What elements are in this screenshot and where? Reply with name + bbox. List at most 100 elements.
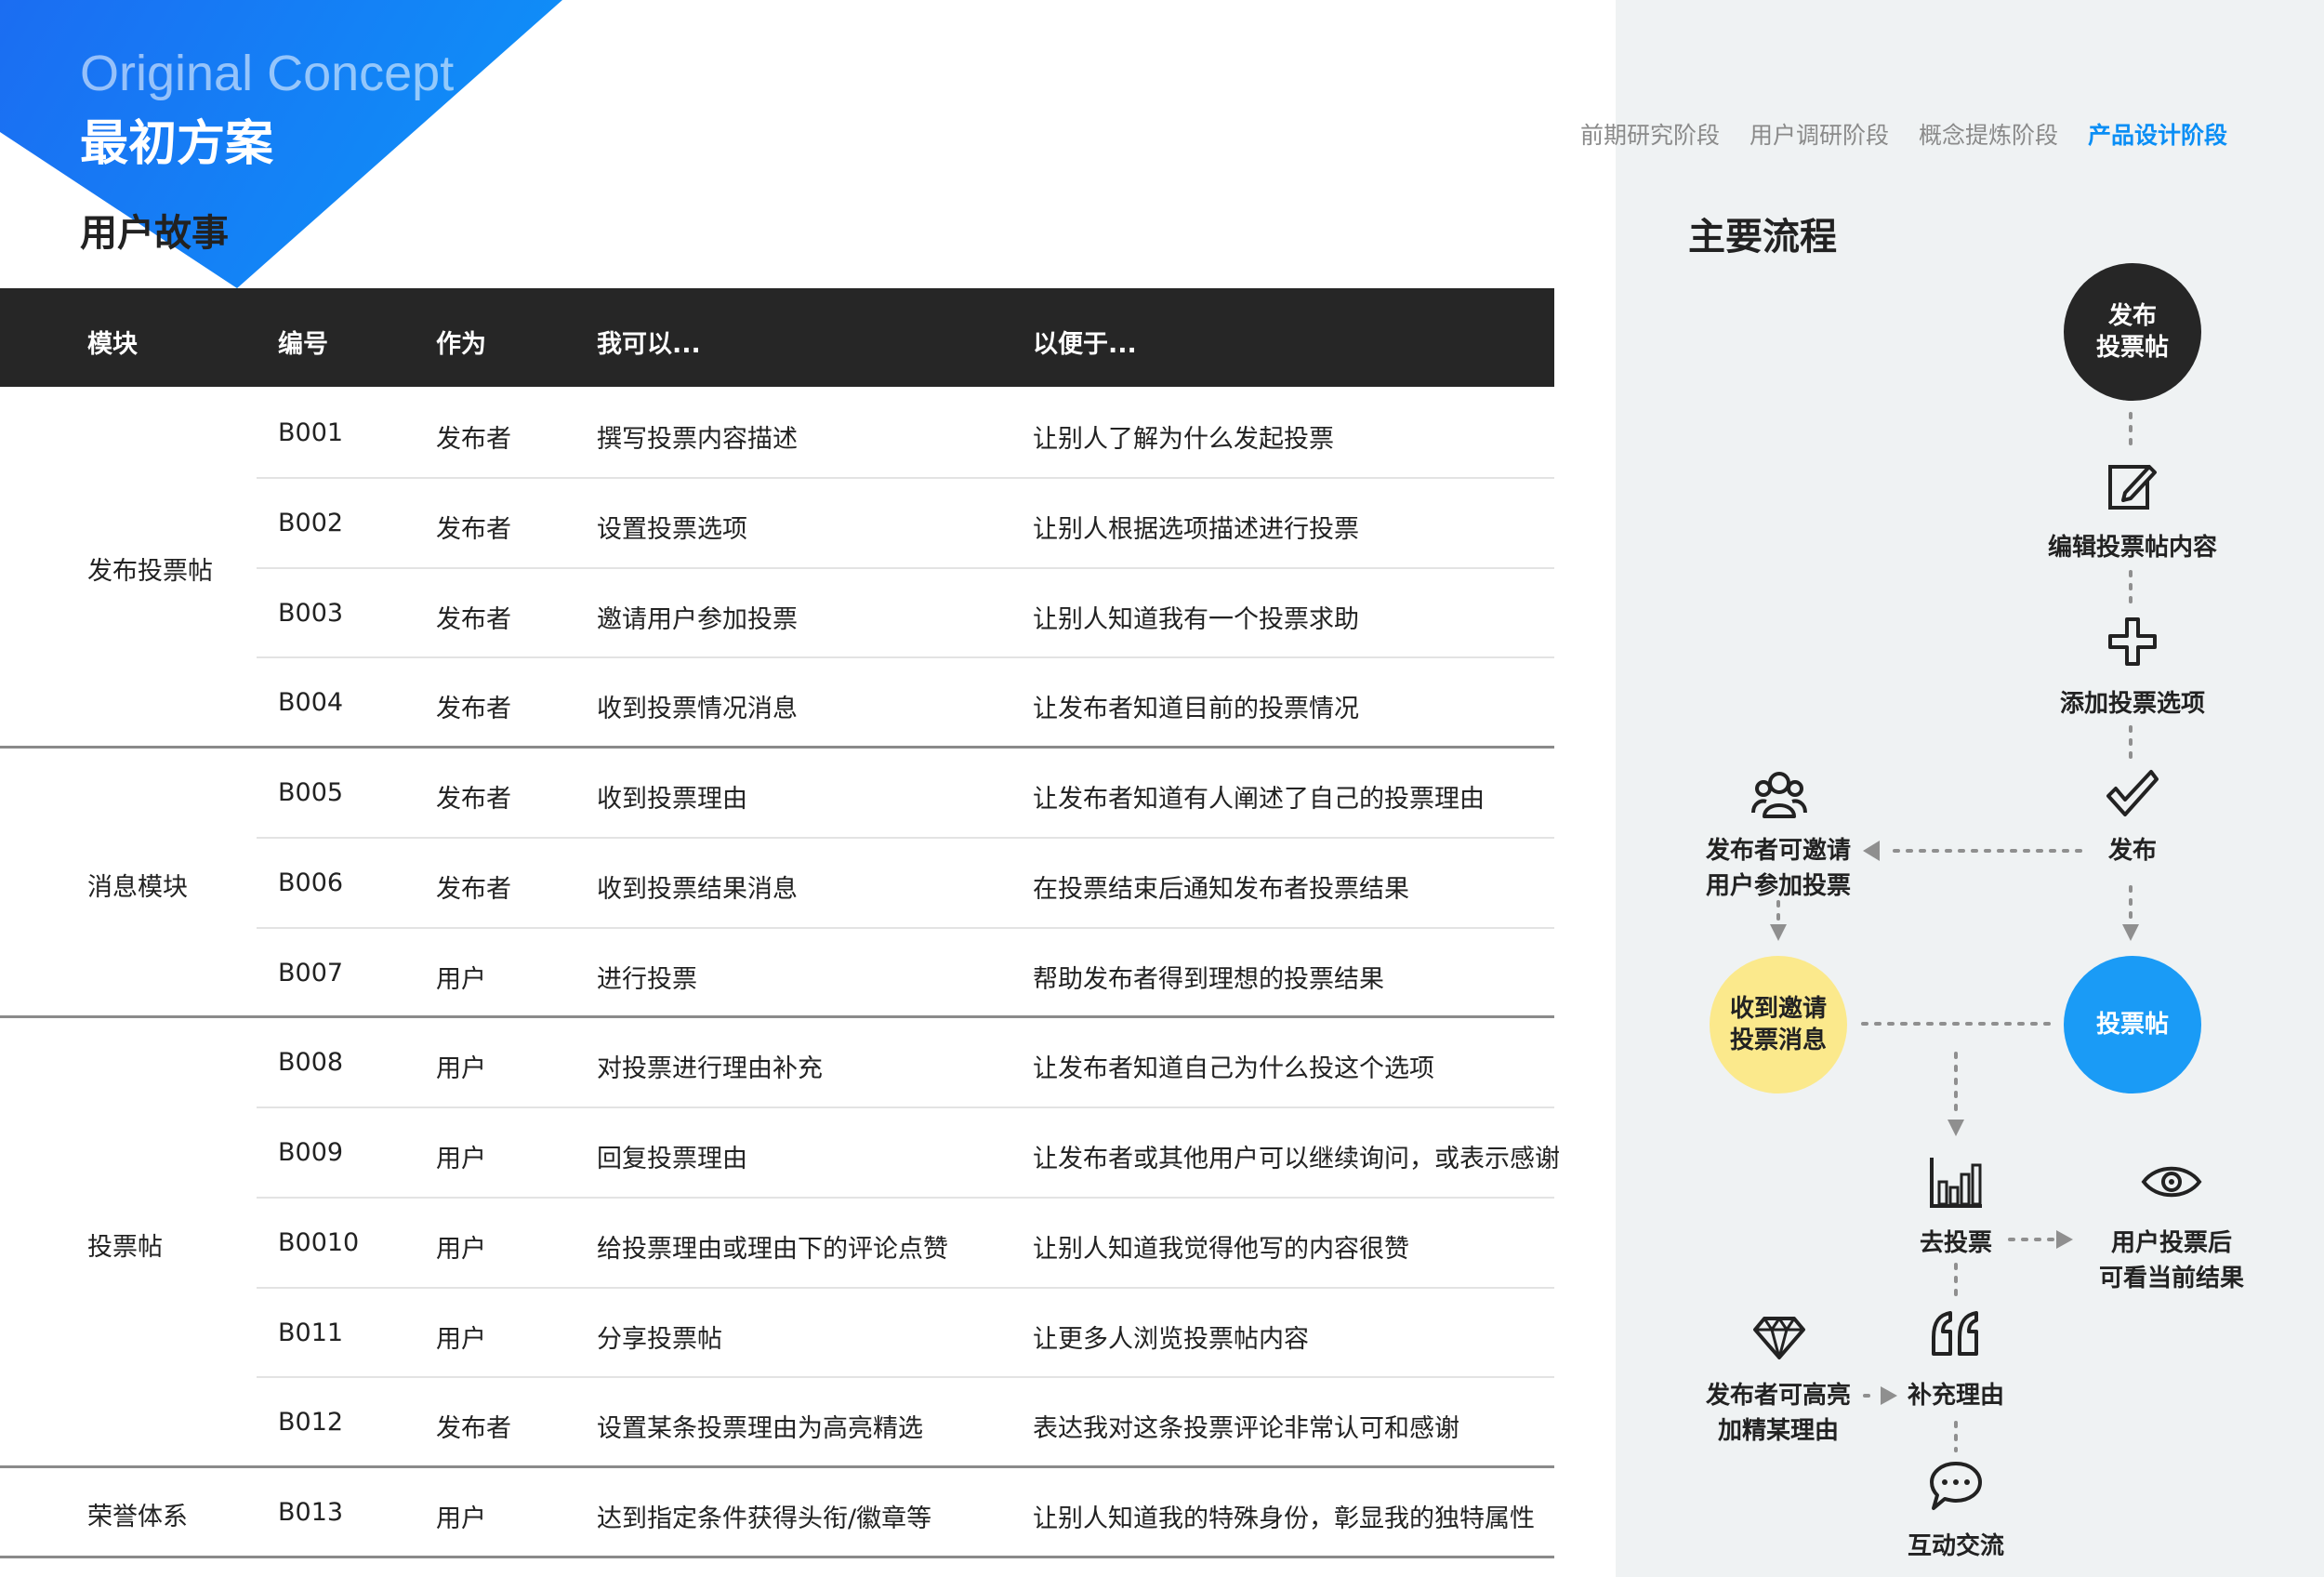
table-row: B007 用户 进行投票 帮助发布者得到理想的投票结果 xyxy=(0,929,1554,1018)
row-action: 进行投票 xyxy=(597,965,697,994)
row-purpose: 让别人知道我的特殊身份，彰显我的独特属性 xyxy=(1033,1504,1535,1533)
quote-icon xyxy=(1932,1311,1978,1356)
row-divider xyxy=(257,1197,1554,1199)
row-id: B003 xyxy=(278,599,344,628)
column-header-purpose: 以便于... xyxy=(1033,330,1137,359)
row-role: 用户 xyxy=(436,1504,486,1533)
row-divider xyxy=(257,1376,1554,1378)
row-purpose: 让发布者或其他用户可以继续询问，或表示感谢 xyxy=(1033,1145,1560,1173)
row-purpose: 让别人知道我觉得他写的内容很赞 xyxy=(1033,1235,1409,1264)
row-action: 对投票进行理由补充 xyxy=(597,1054,823,1083)
table-row: B013 用户 达到指定条件获得头衔/徽章等 让别人知道我的特殊身份，彰显我的独… xyxy=(0,1468,1554,1557)
concept-english-title: Original Concept xyxy=(80,46,455,101)
concept-chinese-title: 最初方案 xyxy=(80,116,274,172)
invite-users-label: 发布者可邀请 用户参加投票 xyxy=(1705,837,1851,900)
row-divider xyxy=(257,1107,1554,1108)
vote-post-node: 投票帖 xyxy=(2064,956,2201,1093)
check-icon xyxy=(2106,770,2159,816)
row-role: 用户 xyxy=(436,1325,486,1354)
edit-post-label: 编辑投票帖内容 xyxy=(2047,534,2217,562)
module-divider xyxy=(0,1015,1554,1018)
row-id: B004 xyxy=(278,688,344,717)
row-action: 收到投票情况消息 xyxy=(597,695,798,723)
row-purpose: 让发布者知道自己为什么投这个选项 xyxy=(1033,1054,1434,1083)
user-story-title: 用户故事 xyxy=(80,212,229,255)
row-purpose: 帮助发布者得到理想的投票结果 xyxy=(1033,965,1384,994)
table-row: B002 发布者 设置投票选项 让别人根据选项描述进行投票 xyxy=(0,479,1554,568)
row-divider xyxy=(257,477,1554,479)
row-purpose: 让别人知道我有一个投票求助 xyxy=(1033,605,1359,634)
row-purpose: 让发布者知道有人阐述了自己的投票理由 xyxy=(1033,785,1485,814)
module-divider xyxy=(0,1556,1554,1558)
table-row: B001 发布者 撰写投票内容描述 让别人了解为什么发起投票 xyxy=(0,389,1554,478)
row-action: 收到投票结果消息 xyxy=(597,875,798,904)
row-role: 发布者 xyxy=(436,785,511,814)
row-action: 设置投票选项 xyxy=(597,515,747,544)
row-purpose: 让别人了解为什么发起投票 xyxy=(1033,425,1334,454)
module-divider xyxy=(0,746,1554,749)
row-role: 发布者 xyxy=(436,875,511,904)
highlight-reason-label: 发布者可高亮 加精某理由 xyxy=(1705,1382,1851,1445)
table-row: B009 用户 回复投票理由 让发布者或其他用户可以继续询问，或表示感谢 xyxy=(0,1108,1560,1198)
row-id: B013 xyxy=(278,1498,344,1527)
view-result-label: 用户投票后 可看当前结果 xyxy=(2098,1229,2244,1292)
row-id: B0010 xyxy=(278,1228,360,1257)
table-header: 模块 编号 作为 我可以... 以便于... xyxy=(0,288,1554,387)
row-role: 发布者 xyxy=(436,605,511,634)
column-header-module: 模块 xyxy=(87,330,138,359)
row-id: B005 xyxy=(278,778,344,807)
table-row: B0010 用户 给投票理由或理由下的评论点赞 让别人知道我觉得他写的内容很赞 xyxy=(0,1199,1554,1288)
row-role: 用户 xyxy=(436,1235,486,1264)
row-action: 设置某条投票理由为高亮精选 xyxy=(597,1414,923,1443)
row-role: 发布者 xyxy=(436,695,511,723)
row-id: B012 xyxy=(278,1408,344,1437)
row-role: 发布者 xyxy=(436,1414,511,1443)
row-divider xyxy=(257,567,1554,569)
table-row: B008 用户 对投票进行理由补充 让发布者知道自己为什么投这个选项 xyxy=(0,1018,1554,1107)
row-divider xyxy=(257,656,1554,658)
row-id: B009 xyxy=(278,1138,344,1167)
row-action: 撰写投票内容描述 xyxy=(597,425,798,454)
column-header-id: 编号 xyxy=(278,330,328,359)
row-role: 发布者 xyxy=(436,515,511,544)
table-row: B011 用户 分享投票帖 让更多人浏览投票帖内容 xyxy=(0,1289,1554,1378)
row-role: 用户 xyxy=(436,965,486,994)
edit-icon xyxy=(2108,465,2157,510)
row-id: B001 xyxy=(278,418,344,447)
column-header-role: 作为 xyxy=(436,330,486,359)
row-action: 给投票理由或理由下的评论点赞 xyxy=(597,1235,948,1264)
row-id: B007 xyxy=(278,959,344,987)
interact-label: 互动交流 xyxy=(1907,1532,2004,1560)
table-row: B003 发布者 邀请用户参加投票 让别人知道我有一个投票求助 xyxy=(0,569,1554,658)
row-role: 发布者 xyxy=(436,425,511,454)
row-id: B011 xyxy=(278,1319,344,1347)
row-purpose: 在投票结束后通知发布者投票结果 xyxy=(1033,875,1409,904)
column-header-action: 我可以... xyxy=(597,330,701,359)
bar-chart-icon xyxy=(1930,1158,1982,1208)
eye-icon xyxy=(2141,1166,2202,1198)
row-action: 邀请用户参加投票 xyxy=(597,605,798,634)
table-row: B004 发布者 收到投票情况消息 让发布者知道目前的投票情况 xyxy=(0,658,1554,748)
user-story-table: 模块 编号 作为 我可以... 以便于... xyxy=(0,288,1554,387)
row-action: 回复投票理由 xyxy=(597,1145,747,1173)
table-row: B005 发布者 收到投票理由 让发布者知道有人阐述了自己的投票理由 xyxy=(0,749,1554,838)
table-row: B006 发布者 收到投票结果消息 在投票结束后通知发布者投票结果 xyxy=(0,839,1554,928)
module-divider xyxy=(0,1465,1554,1468)
supplement-reason-label: 补充理由 xyxy=(1907,1382,2004,1410)
row-purpose: 表达我对这条投票评论非常认可和感谢 xyxy=(1033,1414,1459,1443)
add-option-label: 添加投票选项 xyxy=(2059,690,2205,718)
row-id: B006 xyxy=(278,868,344,897)
row-action: 收到投票理由 xyxy=(597,785,747,814)
row-purpose: 让发布者知道目前的投票情况 xyxy=(1033,695,1359,723)
chat-icon xyxy=(1930,1462,1982,1510)
table-row: B012 发布者 设置某条投票理由为高亮精选 表达我对这条投票评论非常认可和感谢 xyxy=(0,1378,1554,1467)
invite-message-node: 收到邀请 投票消息 xyxy=(1710,956,1847,1093)
row-role: 用户 xyxy=(436,1054,486,1083)
diamond-icon xyxy=(1753,1317,1805,1359)
publish-label: 发布 xyxy=(2107,837,2157,865)
row-action: 分享投票帖 xyxy=(597,1325,722,1354)
go-vote-label: 去投票 xyxy=(1919,1229,1992,1257)
row-divider xyxy=(257,1287,1554,1289)
row-purpose: 让别人根据选项描述进行投票 xyxy=(1033,515,1359,544)
row-divider xyxy=(257,927,1554,929)
